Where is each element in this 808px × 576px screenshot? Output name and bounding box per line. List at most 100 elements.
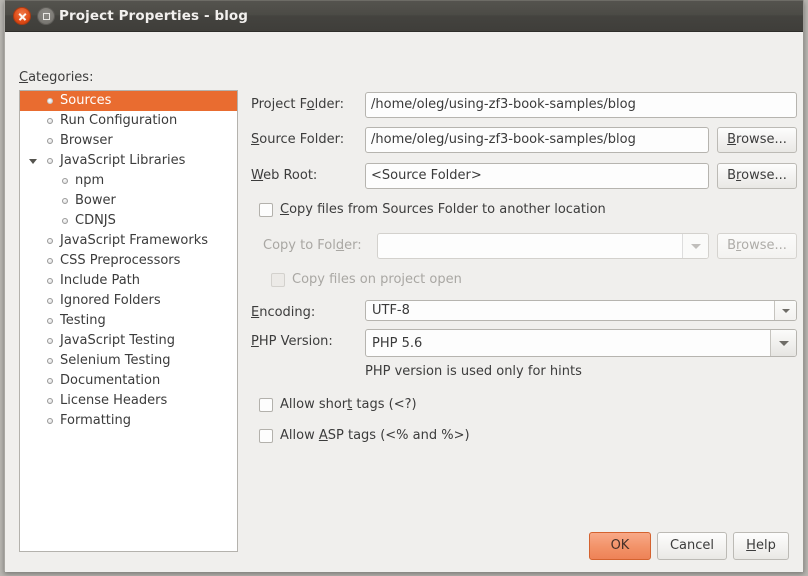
tree-node-icon	[47, 338, 53, 344]
sidebar-item-label: Selenium Testing	[60, 353, 171, 368]
encoding-combo[interactable]: UTF-8	[365, 300, 797, 321]
sidebar-item-selenium-testing[interactable]: Selenium Testing	[20, 351, 237, 371]
sidebar-item-bower[interactable]: Bower	[20, 191, 237, 211]
sidebar-item-javascript-libraries[interactable]: JavaScript Libraries	[20, 151, 237, 171]
allow-short-tags-checkbox[interactable]	[259, 398, 273, 412]
sidebar-item-run-configuration[interactable]: Run Configuration	[20, 111, 237, 131]
allow-short-tags-label: Allow short tags (<?)	[280, 397, 417, 412]
window-title: Project Properties - blog	[59, 8, 249, 24]
cancel-button[interactable]: Cancel	[656, 532, 727, 560]
project-folder-input[interactable]: /home/oleg/using-zf3-book-samples/blog	[365, 92, 797, 118]
copy-files-label: Copy files from Sources Folder to anothe…	[280, 202, 606, 217]
ok-button[interactable]: OK	[588, 532, 651, 560]
sidebar-item-ignored-folders[interactable]: Ignored Folders	[20, 291, 237, 311]
web-root-row: Web Root: <Source Folder> Browse...	[251, 163, 805, 189]
sidebar-item-label: Documentation	[60, 373, 161, 388]
encoding-value: UTF-8	[372, 303, 410, 318]
categories-tree[interactable]: Sources Run Configuration Browser JavaScrip…	[19, 90, 238, 552]
tree-node-icon	[62, 178, 68, 184]
sidebar-item-label: JavaScript Testing	[60, 333, 176, 348]
project-properties-dialog: Project Properties - blog Categories: So…	[4, 0, 804, 572]
php-version-row: PHP Version: PHP 5.6	[251, 329, 805, 357]
tree-node-icon	[47, 378, 53, 384]
tree-node-icon	[47, 238, 53, 244]
source-folder-input[interactable]: /home/oleg/using-zf3-book-samples/blog	[365, 127, 709, 153]
encoding-label: Encoding:	[251, 305, 316, 320]
categories-label: Categories:	[19, 70, 94, 85]
encoding-row: Encoding: UTF-8	[251, 300, 805, 326]
copy-on-open-checkbox[interactable]	[271, 273, 285, 287]
tree-node-icon	[62, 218, 68, 224]
sidebar-item-label: Run Configuration	[60, 113, 178, 128]
tree-node-icon	[47, 358, 53, 364]
close-icon[interactable]	[13, 7, 31, 25]
dialog-content: Categories: Sources Run Configuration Brow…	[5, 32, 803, 572]
tree-node-icon	[47, 98, 53, 104]
copy-to-folder-row: Copy to Folder: Browse...	[251, 233, 805, 259]
sidebar-item-label: Testing	[60, 313, 106, 328]
chevron-down-icon[interactable]	[29, 159, 37, 164]
encoding-dropdown-button[interactable]	[774, 301, 796, 320]
web-root-input[interactable]: <Source Folder>	[365, 163, 709, 189]
tree-node-icon	[47, 258, 53, 264]
source-folder-browse-button[interactable]: Browse...	[717, 127, 797, 153]
sidebar-item-label: Ignored Folders	[60, 293, 161, 308]
copy-to-folder-label: Copy to Folder:	[263, 238, 362, 253]
tree-node-icon	[47, 278, 53, 284]
project-folder-row: Project Folder: /home/oleg/using-zf3-boo…	[251, 92, 805, 118]
project-folder-label: Project Folder:	[251, 97, 344, 112]
chevron-down-icon	[781, 308, 790, 313]
sidebar-item-javascript-testing[interactable]: JavaScript Testing	[20, 331, 237, 351]
sidebar-item-label: Sources	[60, 93, 112, 108]
php-version-dropdown-button[interactable]	[770, 330, 796, 356]
maximize-icon[interactable]	[37, 7, 55, 25]
php-version-value: PHP 5.6	[372, 335, 423, 351]
tree-node-icon	[62, 198, 68, 204]
sidebar-item-formatting[interactable]: Formatting	[20, 411, 237, 431]
web-root-browse-button[interactable]: Browse...	[717, 163, 797, 189]
copy-to-folder-dropdown-button[interactable]	[682, 234, 708, 258]
sidebar-item-label: Browser	[60, 133, 113, 148]
sidebar-item-label: CSS Preprocessors	[60, 253, 181, 268]
tree-node-icon	[47, 318, 53, 324]
sidebar-item-npm[interactable]: npm	[20, 171, 237, 191]
sidebar-item-css-preprocessors[interactable]: CSS Preprocessors	[20, 251, 237, 271]
sidebar-item-label: Include Path	[60, 273, 141, 288]
tree-node-icon	[47, 298, 53, 304]
sidebar-item-javascript-frameworks[interactable]: JavaScript Frameworks	[20, 231, 237, 251]
web-root-label: Web Root:	[251, 168, 318, 183]
help-button[interactable]: Help	[733, 532, 789, 560]
php-version-combo[interactable]: PHP 5.6	[365, 329, 797, 357]
copy-on-open-label: Copy files on project open	[292, 272, 462, 287]
sidebar-item-label: License Headers	[60, 393, 168, 408]
tree-node-icon	[47, 118, 53, 124]
sidebar-item-label: Formatting	[60, 413, 132, 428]
allow-asp-tags-checkbox[interactable]	[259, 429, 273, 443]
allow-asp-tags-label: Allow ASP tags (<% and %>)	[280, 428, 470, 443]
titlebar: Project Properties - blog	[5, 0, 803, 32]
tree-node-icon	[47, 418, 53, 424]
window-controls	[13, 7, 55, 25]
source-folder-row: Source Folder: /home/oleg/using-zf3-book…	[251, 127, 805, 153]
source-folder-label: Source Folder:	[251, 132, 345, 147]
sidebar-item-browser[interactable]: Browser	[20, 131, 237, 151]
copy-files-checkbox[interactable]	[259, 203, 273, 217]
sidebar-item-documentation[interactable]: Documentation	[20, 371, 237, 391]
sidebar-item-cdnjs[interactable]: CDNJS	[20, 211, 237, 231]
sidebar-item-label: JavaScript Libraries	[60, 153, 186, 168]
chevron-down-icon	[778, 341, 789, 346]
chevron-down-icon	[690, 244, 701, 249]
tree-node-icon	[47, 138, 53, 144]
sidebar-item-testing[interactable]: Testing	[20, 311, 237, 331]
sources-panel: Project Folder: /home/oleg/using-zf3-boo…	[251, 32, 805, 572]
copy-to-folder-browse-button[interactable]: Browse...	[717, 233, 797, 259]
sidebar-item-include-path[interactable]: Include Path	[20, 271, 237, 291]
tree-node-icon	[47, 158, 53, 164]
sidebar-item-license-headers[interactable]: License Headers	[20, 391, 237, 411]
dialog-footer: OK Cancel Help	[588, 532, 789, 560]
sidebar-item-sources[interactable]: Sources	[20, 91, 237, 111]
php-version-hint: PHP version is used only for hints	[365, 364, 582, 379]
php-version-label: PHP Version:	[251, 334, 333, 349]
copy-to-folder-combo[interactable]	[377, 233, 709, 259]
tree-node-icon	[47, 398, 53, 404]
